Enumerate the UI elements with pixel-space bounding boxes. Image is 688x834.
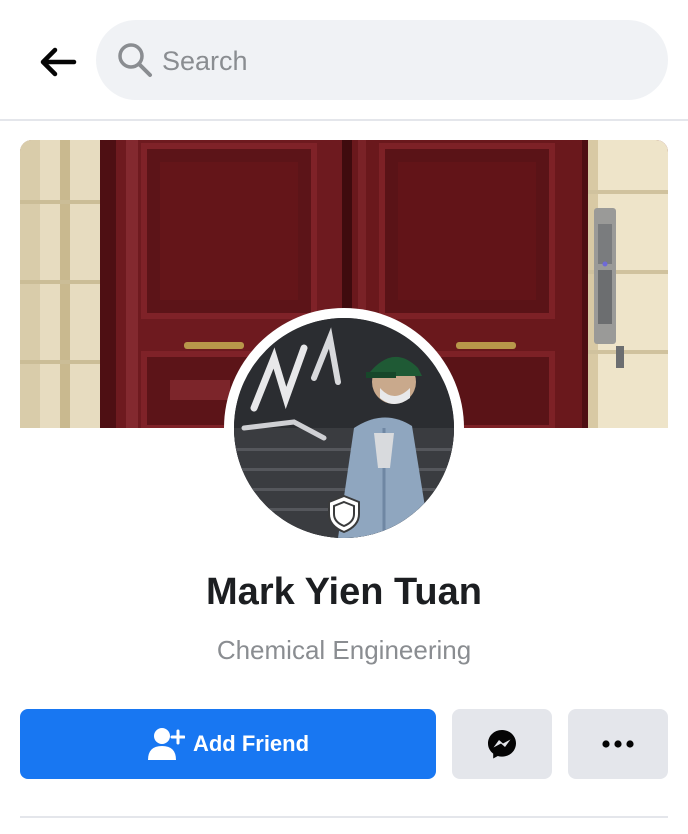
profile-subtitle: Chemical Engineering xyxy=(216,635,472,665)
add-friend-button[interactable]: Add Friend xyxy=(20,709,436,779)
top-divider xyxy=(0,119,688,121)
more-options-button[interactable] xyxy=(568,709,668,779)
search-icon xyxy=(118,43,152,77)
profile-screen: Mark Yien Tuan Chemical Engineering Add … xyxy=(0,0,688,834)
messenger-icon xyxy=(488,730,516,759)
add-friend-label: Add Friend xyxy=(192,731,310,756)
top-bar xyxy=(0,0,688,120)
search-bar[interactable] xyxy=(96,20,668,102)
back-button[interactable] xyxy=(34,38,82,86)
message-button[interactable] xyxy=(452,709,552,779)
search-input[interactable] xyxy=(160,20,654,102)
shield-icon xyxy=(328,494,360,534)
bottom-divider xyxy=(20,816,668,818)
back-arrow-icon xyxy=(40,47,77,77)
profile-name: Mark Yien Tuan xyxy=(206,571,482,613)
add-friend-icon xyxy=(147,728,185,760)
more-icon xyxy=(602,740,634,748)
